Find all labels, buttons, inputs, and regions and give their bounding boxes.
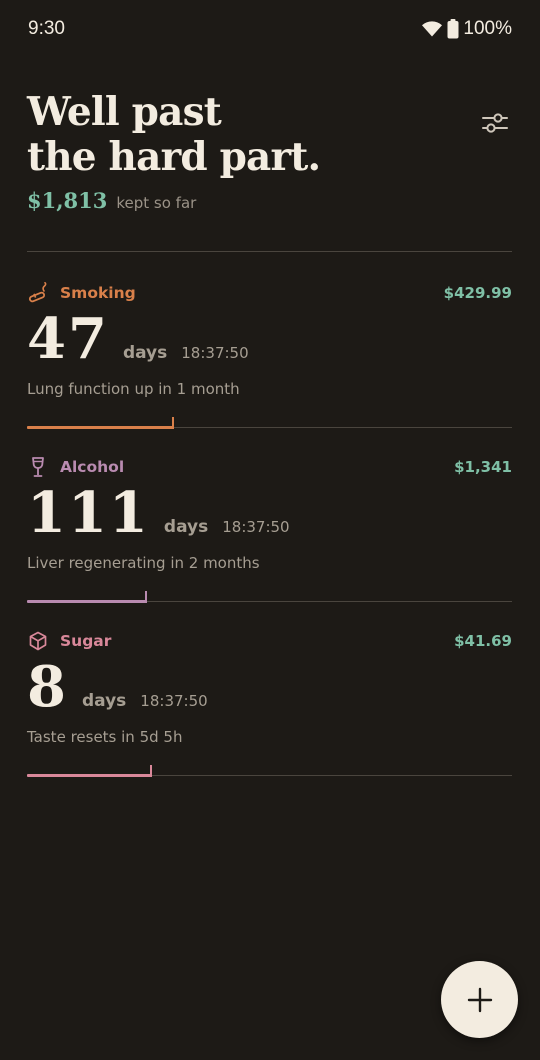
- habit-money-saved: $429.99: [443, 284, 512, 302]
- day-count: 47: [27, 306, 109, 372]
- habit-name: Alcohol: [60, 458, 125, 476]
- day-count: 111: [27, 480, 150, 546]
- habit-card-alcohol[interactable]: Alcohol $1,341 111 days 18:37:50 Liver r…: [27, 454, 512, 629]
- progress-marker: [144, 591, 147, 603]
- streak-counter: 111 days 18:37:50: [27, 482, 290, 544]
- total-saved: $1,813 kept so far: [27, 188, 196, 213]
- day-count: 8: [27, 654, 68, 720]
- status-time: 9:30: [28, 18, 65, 39]
- habit-name: Sugar: [60, 632, 112, 650]
- habit-money-saved: $1,341: [454, 458, 512, 476]
- page-title: Well past the hard part.: [27, 90, 447, 180]
- habit-header: Smoking $429.99: [27, 280, 512, 306]
- headline-line-2: the hard part.: [27, 134, 321, 180]
- progress-fill: [27, 426, 173, 429]
- sliders-icon: [482, 113, 508, 133]
- streak-counter: 8 days 18:37:50: [27, 656, 208, 718]
- habit-name: Smoking: [60, 284, 136, 302]
- status-icons: 100%: [421, 18, 512, 40]
- habit-card-sugar[interactable]: Sugar $41.69 8 days 18:37:50 Taste reset…: [27, 628, 512, 803]
- days-unit: days: [122, 343, 168, 363]
- header-divider: [27, 251, 512, 252]
- cigarette-icon: [27, 282, 49, 304]
- habit-header: Sugar $41.69: [27, 628, 512, 654]
- elapsed-clock: 18:37:50: [181, 344, 249, 362]
- saved-caption: kept so far: [116, 194, 197, 212]
- settings-button[interactable]: [480, 108, 510, 138]
- days-unit: days: [81, 691, 127, 711]
- milestone-text: Taste resets in 5d 5h: [27, 728, 183, 746]
- elapsed-clock: 18:37:50: [140, 692, 208, 710]
- progress-fill: [27, 774, 151, 777]
- status-bar: 9:30 100%: [0, 0, 540, 58]
- wifi-icon: [422, 21, 443, 37]
- battery-percent: 100%: [463, 18, 512, 39]
- streak-counter: 47 days 18:37:50: [27, 308, 249, 370]
- wine-glass-icon: [27, 456, 49, 478]
- habit-money-saved: $41.69: [454, 632, 512, 650]
- milestone-progress: [27, 591, 512, 603]
- progress-fill: [27, 600, 146, 603]
- progress-marker: [149, 765, 152, 777]
- screen: 9:30 100% Well past the hard part. $1,81…: [0, 0, 540, 1060]
- add-habit-button[interactable]: [441, 961, 518, 1038]
- milestone-progress: [27, 417, 512, 429]
- saved-amount: $1,813: [27, 188, 108, 213]
- sugar-cube-icon: [27, 630, 49, 652]
- milestone-text: Liver regenerating in 2 months: [27, 554, 260, 572]
- battery-icon: [447, 19, 459, 39]
- days-unit: days: [163, 517, 209, 537]
- plus-icon: [467, 987, 492, 1012]
- progress-marker: [171, 417, 174, 429]
- elapsed-clock: 18:37:50: [222, 518, 290, 536]
- habit-card-smoking[interactable]: Smoking $429.99 47 days 18:37:50 Lung fu…: [27, 280, 512, 455]
- milestone-text: Lung function up in 1 month: [27, 380, 240, 398]
- milestone-progress: [27, 765, 512, 777]
- headline-line-1: Well past: [27, 89, 222, 135]
- habit-header: Alcohol $1,341: [27, 454, 512, 480]
